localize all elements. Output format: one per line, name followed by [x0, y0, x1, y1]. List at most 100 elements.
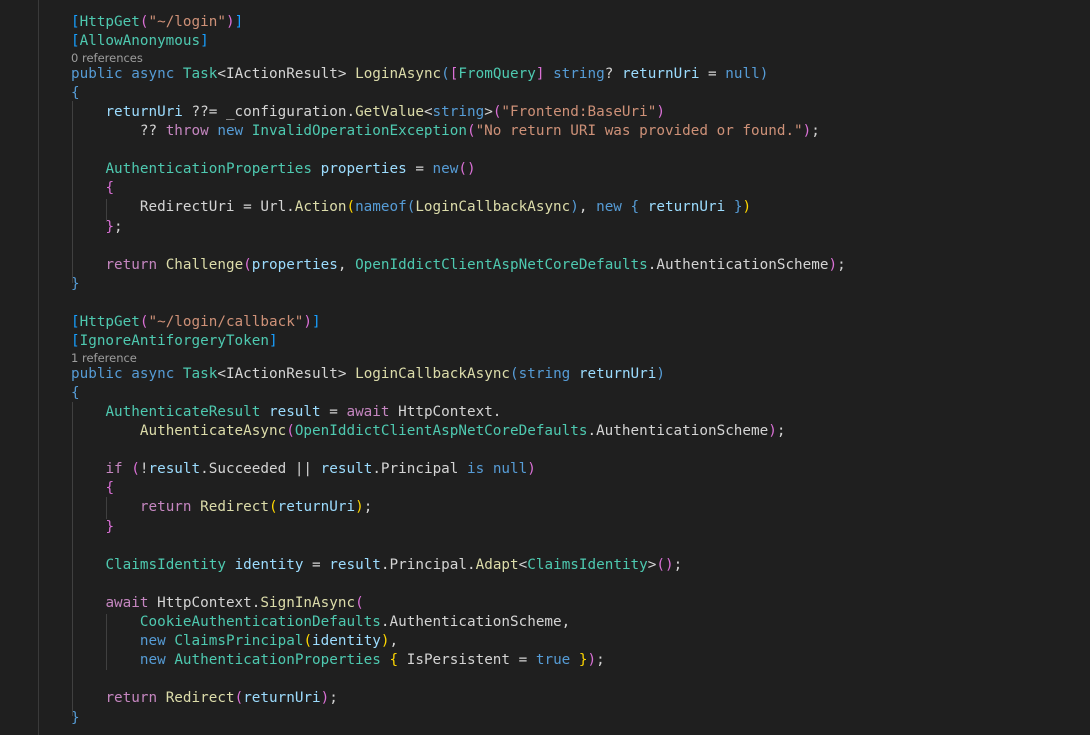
code-token: new [432, 161, 459, 178]
code-token: AuthenticateResult [105, 403, 261, 420]
code-token: public [71, 65, 123, 82]
indent-guide [72, 101, 73, 283]
code-token: ) [768, 423, 777, 439]
code-line: CookieAuthenticationDefaults.Authenticat… [71, 613, 1090, 632]
code-line: ?? throw new InvalidOperationException("… [71, 122, 1090, 141]
code-token: > [337, 65, 356, 82]
code-token: AuthenticationProperties [105, 161, 313, 178]
code-token: "No return URI was provided or found." [475, 123, 803, 139]
code-token: < [423, 103, 433, 120]
code-token: ( [286, 423, 295, 439]
code-token: IActionResult [225, 65, 338, 82]
code-token: .Principal. [380, 556, 476, 573]
code-token: ( [355, 594, 364, 611]
code-token: ( [346, 199, 356, 216]
code-line: } [71, 709, 1090, 728]
codelens-text[interactable]: 0 references [71, 51, 143, 65]
code-token: true [535, 652, 571, 669]
code-token: returnUri [578, 365, 657, 382]
code-line: { [71, 479, 1090, 498]
code-token: .AuthenticationScheme, [380, 614, 571, 630]
code-token: ) [656, 365, 665, 382]
code-token: Task [182, 65, 218, 82]
code-token: properties [251, 256, 338, 273]
code-token: > [337, 365, 356, 382]
code-token: ) [527, 461, 536, 478]
code-token: HttpGet [79, 14, 140, 30]
code-token: ?? [71, 123, 166, 139]
code-token: return [105, 256, 158, 273]
code-token: IsPersistent = [398, 652, 536, 669]
code-token: ; [114, 218, 123, 235]
code-line: return Redirect(returnUri); [71, 498, 1090, 517]
code-token: [ [71, 14, 80, 30]
code-token: } [578, 652, 588, 669]
indent-guide [106, 497, 107, 519]
code-token: returnUri [243, 690, 321, 707]
code-editor[interactable]: [HttpGet("~/login")] [AllowAnonymous] 0 re… [0, 0, 1090, 735]
code-line: { [71, 84, 1090, 103]
code-token: Action [294, 199, 347, 216]
code-line: if (!result.Succeeded || result.Principa… [71, 460, 1090, 479]
code-token: ( [303, 633, 313, 650]
indent-guide [72, 402, 73, 716]
code-token: = [303, 556, 330, 573]
code-token: { [630, 199, 640, 216]
code-token: ) [742, 199, 752, 216]
code-token: , [337, 256, 356, 273]
code-token: AuthenticationProperties [174, 652, 381, 669]
code-token: ) [303, 314, 313, 330]
code-line: public async Task<IActionResult> LoginAs… [71, 65, 1090, 84]
code-token: ( [243, 256, 252, 273]
code-line: public async Task<IActionResult> LoginCa… [71, 365, 1090, 384]
code-token: } [105, 518, 115, 535]
code-token: { [71, 84, 80, 101]
code-token: HttpContext. [148, 594, 261, 611]
code-token: ) [656, 103, 665, 120]
code-token: [ [71, 333, 80, 350]
code-token: LoginAsync [355, 65, 442, 82]
codelens-text[interactable]: 1 reference [71, 351, 137, 365]
code-token: FromQuery [458, 65, 536, 82]
code-token: properties [320, 161, 407, 178]
code-token: ; [837, 256, 846, 273]
codelens-references[interactable]: 1 reference [71, 351, 1090, 365]
code-line: }; [71, 218, 1090, 237]
code-token: IgnoreAntiforgeryToken [79, 333, 269, 350]
code-token: HttpGet [79, 314, 140, 330]
code-token: InvalidOperationException [251, 123, 467, 139]
code-token: ( [510, 365, 519, 382]
code-token: () [458, 161, 476, 178]
code-token: .AuthenticationScheme [587, 423, 769, 439]
code-token: ) [320, 690, 330, 707]
codelens-references[interactable]: 0 references [71, 51, 1090, 65]
code-token: SignInAsync [260, 594, 356, 611]
code-line: AuthenticateAsync(OpenIddictClientAspNet… [71, 422, 1090, 441]
code-token: ) [828, 256, 838, 273]
code-line: { [71, 179, 1090, 198]
code-line: RedirectUri = Url.Action(nameof(LoginCal… [71, 198, 1090, 217]
